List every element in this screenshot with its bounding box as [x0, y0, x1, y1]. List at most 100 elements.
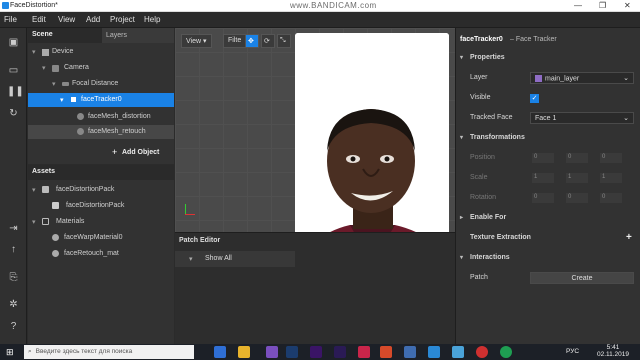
transformations-section[interactable]: ▾ Transformations	[456, 130, 640, 146]
folder-icon[interactable]	[238, 346, 250, 358]
chevron-down-icon[interactable]: ▾	[32, 218, 36, 226]
chevron-down-icon[interactable]: ▾	[460, 134, 463, 141]
menu-view[interactable]: View	[58, 15, 75, 24]
scene-item-facetracker[interactable]: ▾ faceTracker0	[28, 93, 174, 107]
tab-layers[interactable]: Layers	[102, 28, 174, 43]
tracked-face-row: Tracked Face Face 1 ⌄	[456, 110, 640, 126]
plus-icon: +	[112, 147, 118, 157]
move-tool-icon[interactable]: ✥	[245, 34, 259, 48]
app-icon[interactable]	[266, 346, 278, 358]
taskbar-search[interactable]: ⌕ Введите здесь текст для поиска	[24, 345, 194, 359]
section-label: Transformations	[470, 134, 525, 141]
menu-add[interactable]: Add	[86, 15, 100, 24]
asset-item[interactable]: faceRetouch_mat	[28, 247, 174, 261]
menu-project[interactable]: Project	[110, 15, 135, 24]
upload-icon[interactable]: ↑	[7, 243, 20, 256]
export-icon[interactable]: ⎘	[7, 271, 20, 284]
refresh-icon[interactable]: ↻	[7, 107, 20, 120]
menu-edit[interactable]: Edit	[32, 15, 46, 24]
chevron-down-icon[interactable]: ▾	[42, 64, 46, 72]
language-indicator[interactable]: РУС	[566, 348, 579, 355]
create-button[interactable]: Create	[530, 272, 634, 284]
view-dropdown[interactable]: View ▾	[181, 34, 212, 48]
scene-item-focal-distance[interactable]: ▾ Focal Distance	[28, 77, 174, 91]
chevron-down-icon[interactable]: ▾	[189, 255, 193, 263]
tracked-face-label: Tracked Face	[470, 114, 513, 121]
section-label: Enable For	[470, 214, 507, 221]
chevron-down-icon[interactable]: ▾	[52, 80, 56, 88]
visible-row: Visible ✓	[456, 90, 640, 106]
windows-start-icon[interactable]: ⊞	[6, 346, 18, 358]
scene-item-label: faceMesh_distortion	[88, 113, 151, 120]
rotation-x: 0	[532, 193, 554, 203]
properties-section[interactable]: ▾ Properties	[456, 50, 640, 66]
after-effects-icon[interactable]	[334, 346, 346, 358]
scale-tool-icon[interactable]: ⤡	[277, 34, 291, 48]
chevron-right-icon[interactable]: ▸	[460, 214, 463, 221]
scene-panel: Scene Layers ▾ Device ▾ Camera ▾ Focal D…	[28, 28, 174, 164]
window-title: FaceDistortion*	[10, 2, 58, 9]
edge-icon[interactable]	[214, 346, 226, 358]
scene-item-label: faceTracker0	[81, 96, 122, 103]
chevron-down-icon[interactable]: ▾	[460, 254, 463, 261]
help-icon[interactable]: ?	[7, 320, 20, 333]
app-icon[interactable]	[428, 346, 440, 358]
visible-checkbox[interactable]: ✓	[530, 94, 539, 103]
scene-header: Scene Layers	[28, 28, 174, 43]
record-icon[interactable]	[476, 346, 488, 358]
asset-item[interactable]: faceWarpMaterial0	[28, 231, 174, 245]
chevron-down-icon[interactable]: ▾	[460, 54, 463, 61]
chevron-down-icon[interactable]: ▾	[60, 96, 64, 104]
title-bar: FaceDistortion* www.BANDICAM.com — ❐ ✕	[0, 0, 640, 12]
rotate-tool-icon[interactable]: ⟳	[261, 34, 275, 48]
show-all-dropdown[interactable]: Show All	[205, 255, 232, 262]
scene-item-facemesh-distortion[interactable]: faceMesh_distortion	[28, 110, 174, 124]
photoshop-icon[interactable]	[286, 346, 298, 358]
asset-item[interactable]: faceDistortionPack	[28, 199, 174, 213]
maximize-button[interactable]: ❐	[599, 1, 606, 10]
chevron-down-icon[interactable]: ▾	[32, 186, 36, 194]
bug-icon[interactable]: ✲	[7, 298, 20, 311]
axis-x	[185, 214, 195, 215]
camera-icon[interactable]: ▭	[7, 64, 20, 77]
minimize-button[interactable]: —	[574, 1, 582, 10]
asset-item[interactable]: ▾ faceDistortionPack	[28, 183, 174, 197]
viewport[interactable]: View ▾ Filte ✥ ⟳ ⤡	[175, 28, 455, 232]
section-label: Texture Extraction	[470, 234, 531, 241]
patch-editor-title: Patch Editor	[179, 237, 221, 244]
menu-help[interactable]: Help	[144, 15, 160, 24]
layout-icon[interactable]: ▣	[7, 36, 20, 49]
visible-label: Visible	[470, 94, 491, 101]
chevron-down-icon[interactable]: ▾	[32, 48, 36, 56]
plus-icon[interactable]: +	[626, 232, 632, 243]
premiere-icon[interactable]	[310, 346, 322, 358]
camera-small-icon	[52, 65, 59, 72]
app-icon[interactable]	[404, 346, 416, 358]
app-icon[interactable]	[358, 346, 370, 358]
tracked-face-select[interactable]: Face 1 ⌄	[530, 112, 634, 124]
import-icon[interactable]: ⇥	[7, 222, 20, 235]
taskbar: ⊞ ⌕ Введите здесь текст для поиска РУС 5:…	[0, 344, 640, 360]
scene-item-facemesh-retouch[interactable]: faceMesh_retouch	[28, 125, 174, 139]
scale-row: Scale 1 1 1	[456, 170, 640, 186]
texture-extraction-section[interactable]: Texture Extraction +	[456, 230, 640, 246]
asset-item[interactable]: ▾ Materials	[28, 215, 174, 229]
scene-item-device[interactable]: ▾ Device	[28, 45, 174, 59]
scene-item-camera[interactable]: ▾ Camera	[28, 61, 174, 75]
close-button[interactable]: ✕	[624, 1, 631, 10]
filter-dropdown[interactable]: Filte	[223, 34, 246, 48]
app-icon[interactable]	[452, 346, 464, 358]
pause-icon[interactable]: ❚❚	[7, 85, 24, 98]
app-icon[interactable]	[500, 346, 512, 358]
layer-select[interactable]: main_layer ⌄	[530, 72, 634, 84]
add-object-button[interactable]: + Add Object	[28, 146, 174, 160]
app-icon[interactable]	[380, 346, 392, 358]
package-icon	[52, 202, 59, 209]
scale-z: 1	[600, 173, 622, 183]
focal-icon	[62, 82, 69, 86]
scene-item-label: Device	[52, 48, 74, 55]
menu-file[interactable]: File	[4, 15, 17, 24]
enable-for-section[interactable]: ▸ Enable For	[456, 210, 640, 226]
interactions-section[interactable]: ▾ Interactions	[456, 250, 640, 266]
clock[interactable]: 5:41 02.11.2019	[596, 344, 630, 358]
